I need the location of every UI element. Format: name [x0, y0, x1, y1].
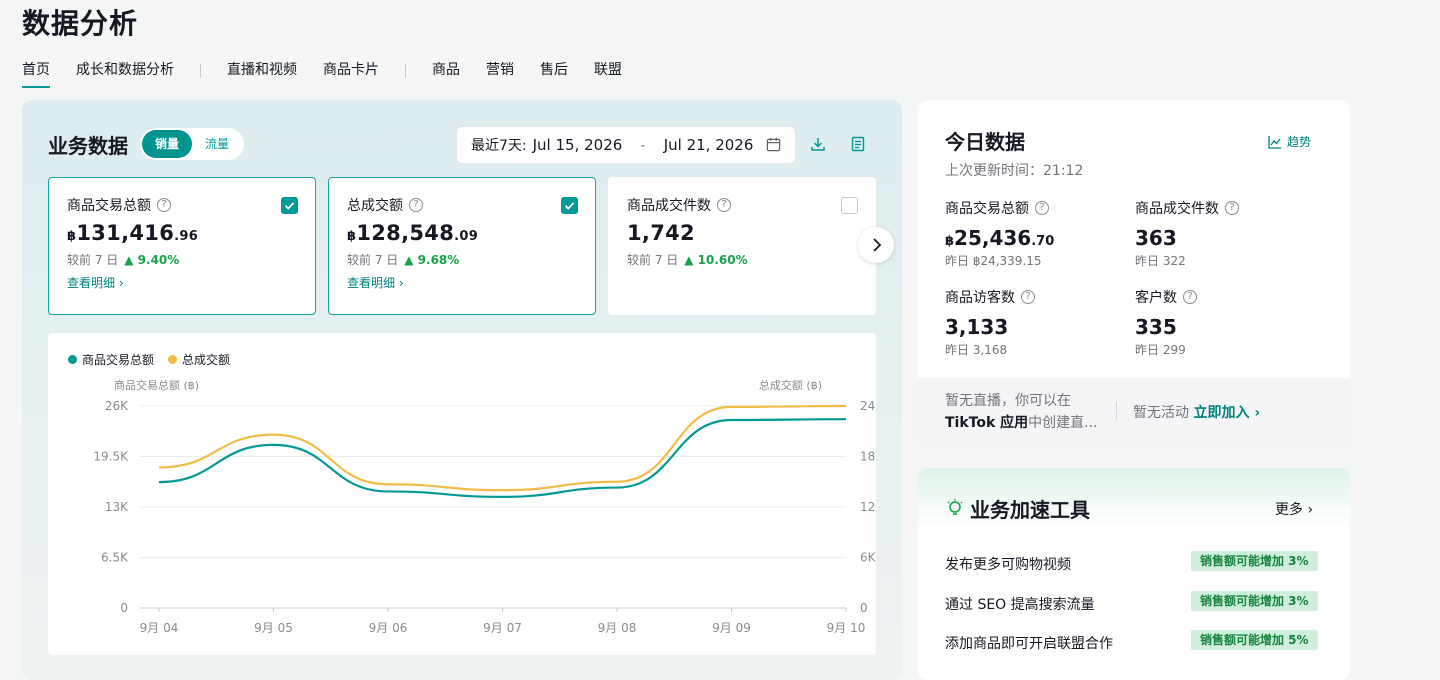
trend-link[interactable]: 趋势	[1268, 133, 1311, 150]
help-icon[interactable]: ?	[1035, 201, 1049, 215]
metric-type-toggle: 销量 流量	[140, 128, 244, 160]
help-icon[interactable]: ?	[1021, 290, 1035, 304]
date-start[interactable]: Jul 15, 2026	[533, 136, 623, 154]
metric-value: 1,742	[627, 221, 695, 245]
trend-chart: 商品交易总额 总成交额 商品交易总额 (฿) 总成交额 (฿) 0 0 6.5K 6K…	[48, 333, 876, 655]
help-icon[interactable]: ?	[1225, 201, 1239, 215]
metric-compare: 较前 7 日 ▲ 10.60%	[627, 253, 748, 267]
toggle-traffic-button[interactable]: 流量	[192, 130, 242, 158]
uplift-badge: 销售额可能增加 3%	[1191, 551, 1318, 571]
metric-compare: 较前 7 日 ▲ 9.40%	[67, 253, 180, 267]
x-tick-label: 9月 06	[369, 621, 408, 635]
metric-card-total-sales[interactable]: 总成交额? ฿128,548.09 较前 7 日 ▲ 9.68% 查看明细 ›	[328, 177, 596, 315]
page-title: 数据分析	[22, 7, 139, 40]
nav-growth[interactable]: 成长和数据分析	[76, 60, 174, 88]
check-icon	[564, 202, 575, 210]
date-range-picker[interactable]: 最近7天: Jul 15, 2026 - Jul 21, 2026	[456, 126, 796, 164]
today-visitors: 商品访客数? 3,133 昨日 3,168	[945, 287, 1035, 358]
lightbulb-icon	[947, 499, 963, 515]
metric-label: 商品交易总额	[67, 198, 151, 214]
today-gmv: 商品交易总额? ฿25,436.70 昨日 ฿24,339.15	[945, 201, 1055, 268]
metric-card-items-sold[interactable]: 商品成交件数? 1,742 较前 7 日 ▲ 10.60%	[608, 177, 876, 315]
today-customers: 客户数? 335 昨日 299	[1135, 287, 1197, 358]
next-metrics-button[interactable]	[858, 227, 894, 263]
x-tick-label: 9月 05	[254, 621, 293, 635]
date-separator: -	[640, 136, 646, 154]
nav-product-card[interactable]: 商品卡片	[323, 60, 379, 88]
uplift-badge: 销售额可能增加 3%	[1191, 591, 1318, 611]
metric-checkbox[interactable]	[561, 197, 578, 214]
date-range-prefix: 最近7天:	[471, 138, 527, 154]
business-data-panel: 业务数据 销量 流量 最近7天: Jul 15, 2026 - Jul 21, …	[22, 100, 902, 680]
uplift-badge: 销售额可能增加 5%	[1191, 630, 1318, 650]
tool-item[interactable]: 通过 SEO 提高搜索流量 销售额可能增加 3%	[945, 591, 1325, 614]
today-title: 今日数据	[945, 130, 1025, 154]
today-items-sold: 商品成交件数? 363 昨日 322	[1135, 198, 1239, 269]
nav-home[interactable]: 首页	[22, 60, 50, 88]
line-chart-icon	[1268, 135, 1281, 149]
y-tick-right: 24K	[860, 399, 876, 413]
toggle-sales-button[interactable]: 销量	[142, 130, 192, 158]
tool-item[interactable]: 添加商品即可开启联盟合作 销售额可能增加 5%	[945, 630, 1325, 653]
calendar-icon	[766, 137, 781, 152]
y-tick-right: 12K	[860, 500, 876, 514]
live-status-bar: 暂无直播，你可以在TikTok 应用中创建直... 暂无活动 立即加入 ›	[918, 378, 1350, 445]
top-nav: 首页 成长和数据分析 直播和视频 商品卡片 商品 营销 售后 联盟	[22, 60, 648, 88]
metric-value: ฿128,548.09	[347, 221, 479, 245]
tool-item[interactable]: 发布更多可购物视频 销售额可能增加 3%	[945, 551, 1325, 574]
metric-label: 总成交额	[347, 198, 403, 214]
y-tick-left: 0	[120, 601, 128, 615]
series-line-total	[158, 404, 847, 492]
divider	[1116, 402, 1117, 420]
view-details-link[interactable]: 查看明细 ›	[67, 274, 297, 291]
metric-compare: 较前 7 日 ▲ 9.68%	[347, 253, 460, 267]
report-icon[interactable]	[850, 136, 866, 152]
nav-divider	[200, 64, 201, 78]
check-icon	[284, 202, 295, 210]
last-update-time: 上次更新时间：21:12	[945, 163, 1084, 179]
y-tick-right: 0	[860, 601, 868, 615]
help-icon[interactable]: ?	[409, 198, 423, 212]
metric-card-gmv[interactable]: 商品交易总额? ฿131,416.96 较前 7 日 ▲ 9.40% 查看明细 ›	[48, 177, 316, 315]
business-data-title: 业务数据	[48, 134, 128, 158]
help-icon[interactable]: ?	[1183, 290, 1197, 304]
y-tick-right: 18K	[860, 450, 876, 464]
nav-affiliate[interactable]: 联盟	[594, 60, 622, 88]
download-icon[interactable]	[810, 136, 826, 152]
y-tick-left: 6.5K	[101, 551, 129, 565]
metric-label: 商品成交件数	[627, 198, 711, 214]
x-tick-label: 9月 10	[827, 621, 866, 635]
series-line-gmv	[158, 418, 847, 499]
nav-marketing[interactable]: 营销	[486, 60, 514, 88]
help-icon[interactable]: ?	[157, 198, 171, 212]
metric-checkbox[interactable]	[841, 197, 858, 214]
date-end[interactable]: Jul 21, 2026	[664, 136, 754, 154]
x-tick-label: 9月 09	[712, 621, 751, 635]
nav-product[interactable]: 商品	[432, 60, 460, 88]
more-tools-link[interactable]: 更多 ›	[1275, 499, 1313, 519]
today-data-panel: 今日数据 趋势 上次更新时间：21:12 商品交易总额? ฿25,436.70 …	[918, 100, 1350, 445]
y-tick-right: 6K	[860, 551, 876, 565]
live-status-text: 暂无直播，你可以在TikTok 应用中创建直...	[945, 393, 1098, 431]
nav-live-video[interactable]: 直播和视频	[227, 60, 297, 88]
x-tick-label: 9月 07	[483, 621, 522, 635]
chevron-right-icon	[873, 238, 882, 252]
y-tick-left: 19.5K	[93, 450, 129, 464]
view-details-link[interactable]: 查看明细 ›	[347, 274, 577, 291]
metric-checkbox[interactable]	[281, 197, 298, 214]
nav-after-sales[interactable]: 售后	[540, 60, 568, 88]
join-now-link[interactable]: 立即加入 ›	[1193, 405, 1260, 421]
metric-value: ฿131,416.96	[67, 221, 199, 245]
activity-status: 暂无活动 立即加入 ›	[1133, 405, 1261, 421]
tools-title: 业务加速工具	[970, 498, 1090, 522]
growth-tools-panel: 业务加速工具 更多 › 发布更多可购物视频 销售额可能增加 3% 通过 SEO …	[918, 468, 1350, 680]
nav-divider	[405, 64, 406, 78]
x-tick-label: 9月 08	[598, 621, 637, 635]
y-tick-left: 13K	[105, 500, 129, 514]
help-icon[interactable]: ?	[717, 198, 731, 212]
x-tick-label: 9月 04	[140, 621, 179, 635]
y-tick-left: 26K	[105, 399, 129, 413]
chart-plot: 0 0 6.5K 6K 13K 12K 19.5K 18K 26K 24K 9月 04 9月 05 9月…	[93, 399, 876, 635]
